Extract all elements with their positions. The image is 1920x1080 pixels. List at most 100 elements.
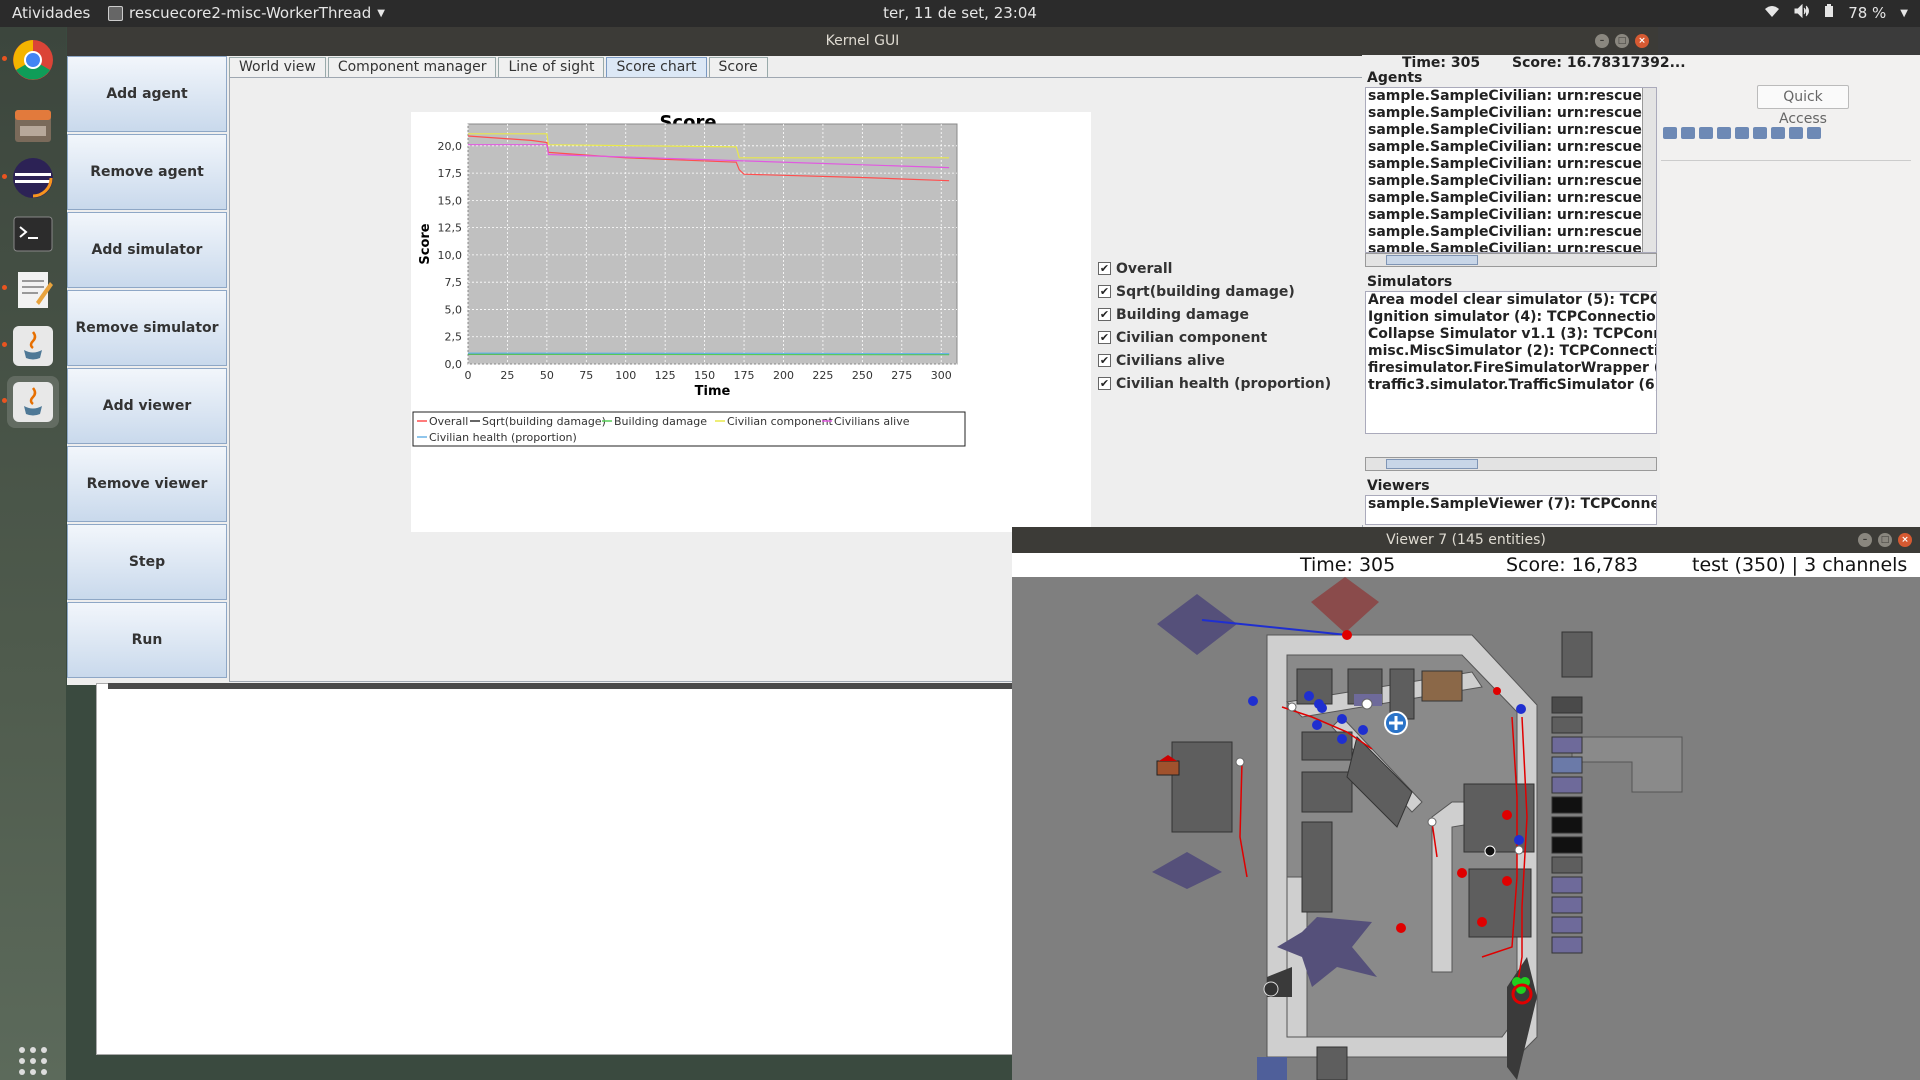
list-item[interactable]: sample.SampleCivilian: urn:rescuecore xyxy=(1366,224,1656,241)
list-item[interactable]: firesimulator.FireSimulatorWrapper (1): … xyxy=(1366,360,1656,377)
series-checkboxes: ✔ Overall ✔ Sqrt(building damage) ✔ Buildin… xyxy=(1098,257,1331,395)
score-chart: Score 0 25 50 75 100 125 150 175 200 225 250 275 300 0… xyxy=(411,112,1091,532)
list-item[interactable]: sample.SampleViewer (7): TCPConnection xyxy=(1366,496,1656,513)
viewer-info: test (350) | 3 channels xyxy=(1692,554,1908,576)
checkmark-icon: ✔ xyxy=(1098,308,1111,321)
list-item[interactable]: sample.SampleCivilian: urn:rescuecore xyxy=(1366,88,1656,105)
maximize-button[interactable]: □ xyxy=(1878,533,1892,547)
checkbox-overall[interactable]: ✔ Overall xyxy=(1098,257,1331,280)
battery-icon xyxy=(1824,4,1834,22)
add-agent-button[interactable]: Add agent xyxy=(67,56,227,132)
system-tray[interactable]: 78 % ▼ xyxy=(1764,3,1908,22)
checkmark-icon: ✔ xyxy=(1098,354,1111,367)
list-item[interactable]: sample.SampleCivilian: urn:rescuecore xyxy=(1366,105,1656,122)
add-simulator-button[interactable]: Add simulator xyxy=(67,212,227,288)
checkbox-civilian-component[interactable]: ✔ Civilian component xyxy=(1098,326,1331,349)
quick-access-field[interactable]: Quick Access xyxy=(1757,85,1849,127)
series-line xyxy=(467,352,950,355)
checkmark-icon: ✔ xyxy=(1098,285,1111,298)
list-item[interactable]: sample.SampleCivilian: urn:rescuecore xyxy=(1366,241,1656,252)
add-viewer-button[interactable]: Add viewer xyxy=(67,368,227,444)
agents-title: Agents xyxy=(1367,70,1423,86)
close-button[interactable]: × xyxy=(1898,533,1912,547)
splitter[interactable] xyxy=(108,683,1014,689)
files-launcher[interactable] xyxy=(7,99,59,151)
terminal-launcher[interactable] xyxy=(7,208,59,260)
remove-viewer-button[interactable]: Remove viewer xyxy=(67,446,227,522)
app-menu[interactable]: rescuecore2-misc-WorkerThread ▼ xyxy=(108,4,385,22)
maximize-button[interactable]: □ xyxy=(1615,34,1629,48)
x-tick-label: 225 xyxy=(812,369,833,382)
text-editor-icon xyxy=(18,272,53,308)
app-icon xyxy=(108,5,123,21)
text-editor-launcher[interactable] xyxy=(2,263,59,315)
list-item[interactable]: sample.SampleCivilian: urn:rescuecore xyxy=(1366,190,1656,207)
remove-agent-button[interactable]: Remove agent xyxy=(67,134,227,210)
run-button[interactable]: Run xyxy=(67,602,227,678)
agents-vertical-scrollbar[interactable] xyxy=(1642,88,1656,252)
tab-score-chart[interactable]: Score chart xyxy=(606,57,707,77)
activities-button[interactable]: Atividades xyxy=(12,4,90,22)
simulators-horizontal-scrollbar[interactable] xyxy=(1365,457,1657,471)
y-tick-label: 10,0 xyxy=(438,249,463,262)
java-icon xyxy=(13,382,53,422)
x-axis-label: Time xyxy=(695,384,731,399)
status-header: Time: 305 Score: 16.78317392... xyxy=(1362,55,1686,71)
close-button[interactable]: × xyxy=(1635,34,1649,48)
eclipse-launcher[interactable] xyxy=(2,152,59,204)
viewers-list[interactable]: sample.SampleViewer (7): TCPConnection xyxy=(1365,495,1657,525)
x-tick-label: 100 xyxy=(615,369,636,382)
world-map[interactable] xyxy=(1012,577,1920,1080)
list-item[interactable]: misc.MiscSimulator (2): TCPConnection: l… xyxy=(1366,343,1656,360)
simulators-title: Simulators xyxy=(1367,274,1453,290)
chrome-launcher[interactable] xyxy=(2,34,59,86)
tab-component-manager[interactable]: Component manager xyxy=(327,57,497,77)
tab-line-of-sight[interactable]: Line of sight xyxy=(498,57,605,77)
list-item[interactable]: Collapse Simulator v1.1 (3): TCPConnecti… xyxy=(1366,326,1656,343)
agents-list[interactable]: sample.SampleCivilian: urn:rescuecore sa… xyxy=(1365,87,1657,253)
viewer-status-bar: Time: 305 Score: 16,783 test (350) | 3 c… xyxy=(1012,553,1920,577)
simulators-list[interactable]: Area model clear simulator (5): TCPConne… xyxy=(1365,291,1657,434)
minimize-button[interactable]: – xyxy=(1595,34,1609,48)
java-launcher[interactable] xyxy=(2,320,59,372)
step-button[interactable]: Step xyxy=(67,524,227,600)
list-item[interactable]: sample.SampleCivilian: urn:rescuecore xyxy=(1366,173,1656,190)
kernel-window-titlebar[interactable]: Kernel GUI – □ × xyxy=(67,27,1658,56)
y-axis-label: Score xyxy=(418,223,433,264)
y-tick-label: 17,5 xyxy=(438,167,463,180)
x-tick-label: 200 xyxy=(773,369,794,382)
y-tick-label: 15,0 xyxy=(438,194,463,207)
checkmark-icon: ✔ xyxy=(1098,262,1111,275)
x-tick-label: 25 xyxy=(500,369,514,382)
agents-horizontal-scrollbar[interactable] xyxy=(1365,253,1657,267)
window-title: Kernel GUI xyxy=(825,33,900,49)
list-item[interactable]: sample.SampleCivilian: urn:rescuecore xyxy=(1366,122,1656,139)
legend-entry: Sqrt(building damage) xyxy=(482,415,606,428)
tab-score[interactable]: Score xyxy=(708,57,768,77)
show-applications-button[interactable] xyxy=(7,1035,59,1080)
list-item[interactable]: traffic3.simulator.TrafficSimulator (6):… xyxy=(1366,377,1656,394)
minimize-button[interactable]: – xyxy=(1858,533,1872,547)
checkbox-sqrt-building-damage[interactable]: ✔ Sqrt(building damage) xyxy=(1098,280,1331,303)
list-item[interactable]: sample.SampleCivilian: urn:rescuecore xyxy=(1366,139,1656,156)
battery-level: 78 % xyxy=(1848,4,1887,22)
chrome-icon xyxy=(13,40,53,80)
ide-toolbar[interactable] xyxy=(1661,119,1911,161)
files-icon xyxy=(15,110,51,142)
viewer-window: Viewer 7 (145 entities) – □ × Time: 305 … xyxy=(1012,527,1920,1080)
list-item[interactable]: sample.SampleCivilian: urn:rescuecore xyxy=(1366,156,1656,173)
java-launcher[interactable] xyxy=(2,376,59,428)
list-item[interactable]: Area model clear simulator (5): TCPConne xyxy=(1366,292,1656,309)
list-item[interactable]: sample.SampleCivilian: urn:rescuecore xyxy=(1366,207,1656,224)
list-item[interactable]: Ignition simulator (4): TCPConnection: l… xyxy=(1366,309,1656,326)
y-tick-label: 7,5 xyxy=(445,276,463,289)
remove-simulator-button[interactable]: Remove simulator xyxy=(67,290,227,366)
checkbox-civilian-health[interactable]: ✔ Civilian health (proportion) xyxy=(1098,372,1331,395)
viewer-titlebar[interactable]: Viewer 7 (145 entities) – □ × xyxy=(1012,527,1920,553)
app-name: rescuecore2-misc-WorkerThread xyxy=(129,4,372,22)
checkbox-building-damage[interactable]: ✔ Building damage xyxy=(1098,303,1331,326)
time-label: Time: 305 xyxy=(1402,55,1481,71)
checkbox-civilians-alive[interactable]: ✔ Civilians alive xyxy=(1098,349,1331,372)
tab-world-view[interactable]: World view xyxy=(229,57,326,77)
series-line xyxy=(467,353,950,356)
